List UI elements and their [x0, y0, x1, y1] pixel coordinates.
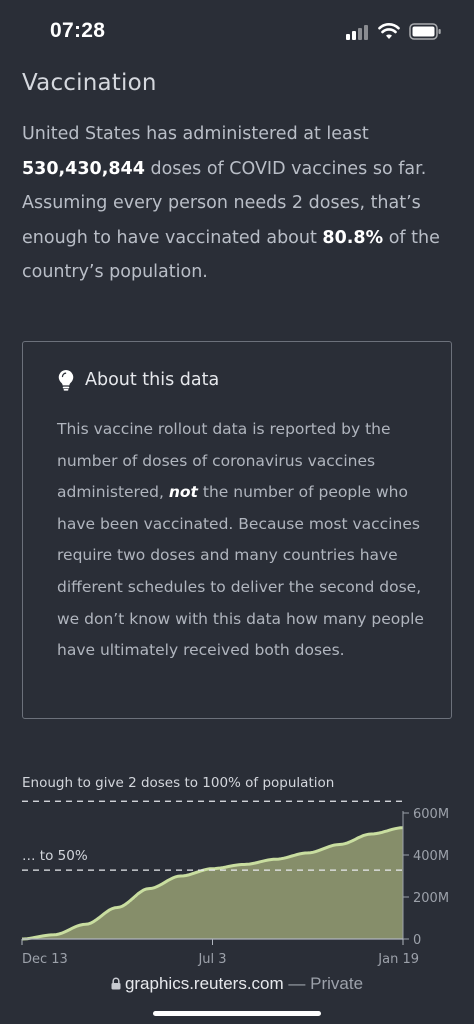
chart-svg: … to 50% 0 200M 400M 600M Dec 13 Jul 3 Jan 19 [21, 800, 449, 966]
doses-count: 530,430,844 [22, 158, 145, 179]
x-tick-label: Dec 13 [22, 952, 68, 966]
population-percent: 80.8% [322, 227, 384, 248]
clock: 07:28 [50, 19, 106, 42]
x-tick-label: Jul 3 [197, 952, 226, 966]
page-title: Vaccination [22, 70, 157, 96]
status-bar: 07:28 [0, 0, 474, 62]
about-body: This vaccine rollout data is reported by… [57, 414, 427, 667]
about-emphasis: not [168, 483, 198, 502]
about-header: About this data [57, 369, 219, 391]
battery-icon [409, 23, 441, 40]
summary-text-1: United States has administered at least [22, 124, 369, 144]
about-text-2: the number of people who have been vacci… [57, 483, 424, 660]
x-tick-label: Jan 19 [377, 952, 419, 966]
y-tick-label: 200M [413, 891, 449, 906]
doses-area-chart: … to 50% 0 200M 400M 600M Dec 13 Jul 3 Jan 19 [0, 770, 474, 966]
home-indicator[interactable] [153, 1011, 321, 1016]
y-tick-label: 400M [413, 849, 449, 864]
url-display[interactable]: graphics.reuters.com — Private [0, 974, 474, 994]
private-label: Private [310, 974, 364, 993]
about-data-box: About this data This vaccine rollout dat… [22, 341, 452, 719]
browser-url-bar[interactable]: graphics.reuters.com — Private [0, 966, 474, 1024]
url-domain: graphics.reuters.com [124, 974, 284, 993]
wifi-icon [378, 23, 400, 39]
signal-icon [346, 24, 372, 40]
y-tick-label: 600M [413, 807, 449, 822]
chart-reference-label-50: … to 50% [22, 848, 88, 864]
lock-icon [111, 977, 121, 990]
y-tick-label: 0 [413, 933, 421, 948]
url-separator: — [288, 974, 306, 993]
vaccination-summary: United States has administered at least … [22, 117, 462, 290]
lightbulb-icon [58, 369, 74, 391]
about-title: About this data [85, 370, 220, 390]
